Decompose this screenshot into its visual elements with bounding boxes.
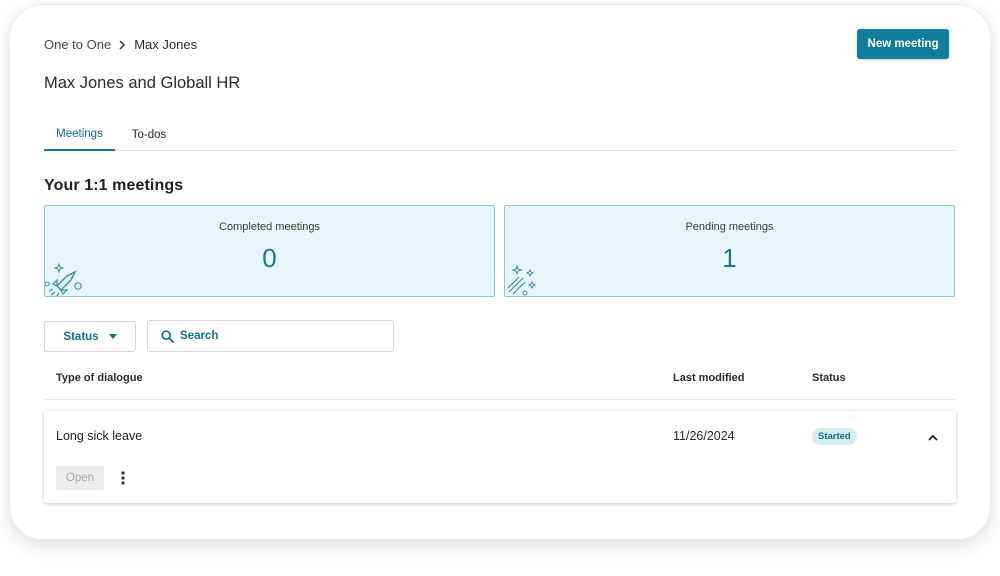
new-meeting-button[interactable]: New meeting <box>857 29 949 59</box>
search-box <box>147 320 394 352</box>
completed-meetings-card: Completed meetings 0 <box>44 205 495 297</box>
pending-meetings-card: Pending meetings 1 <box>504 205 955 297</box>
completed-meetings-count: 0 <box>262 243 277 273</box>
tab-bar: Meetings To-dos <box>44 118 956 151</box>
search-icon <box>161 329 174 343</box>
open-button[interactable]: Open <box>56 466 104 490</box>
status-filter-dropdown[interactable]: Status <box>44 321 136 352</box>
collapse-row-button[interactable] <box>924 428 942 446</box>
page-title: Max Jones and Globall HR <box>44 74 241 92</box>
pending-meetings-label: Pending meetings <box>685 221 774 233</box>
table-row: Long sick leave 11/26/2024 Started Open <box>44 411 956 503</box>
completed-meetings-label: Completed meetings <box>219 221 320 233</box>
search-input[interactable] <box>180 330 380 342</box>
tab-todos[interactable]: To-dos <box>122 118 176 151</box>
chevron-up-icon <box>928 434 938 441</box>
breadcrumb-one-to-one-link[interactable]: One to One <box>44 37 111 52</box>
status-badge: Started <box>812 428 857 445</box>
column-header-last-modified[interactable]: Last modified <box>673 372 745 384</box>
chevron-right-icon <box>118 39 126 50</box>
sparkle-icon <box>507 264 537 296</box>
more-vertical-icon <box>121 471 125 485</box>
rocket-icon <box>45 262 82 296</box>
status-filter-label: Status <box>63 330 99 343</box>
pending-meetings-count: 1 <box>722 243 737 273</box>
table-header: Type of dialogue Last modified Status <box>44 366 956 400</box>
caret-down-icon <box>108 334 117 339</box>
last-modified-date: 11/26/2024 <box>673 429 735 443</box>
breadcrumb: One to One Max Jones <box>44 37 197 52</box>
column-header-status[interactable]: Status <box>812 372 846 384</box>
more-options-button[interactable] <box>114 468 132 488</box>
column-header-type[interactable]: Type of dialogue <box>56 372 143 384</box>
tab-meetings[interactable]: Meetings <box>44 118 115 151</box>
section-title: Your 1:1 meetings <box>44 177 184 194</box>
breadcrumb-current: Max Jones <box>134 37 198 52</box>
dialogue-type: Long sick leave <box>56 429 143 443</box>
